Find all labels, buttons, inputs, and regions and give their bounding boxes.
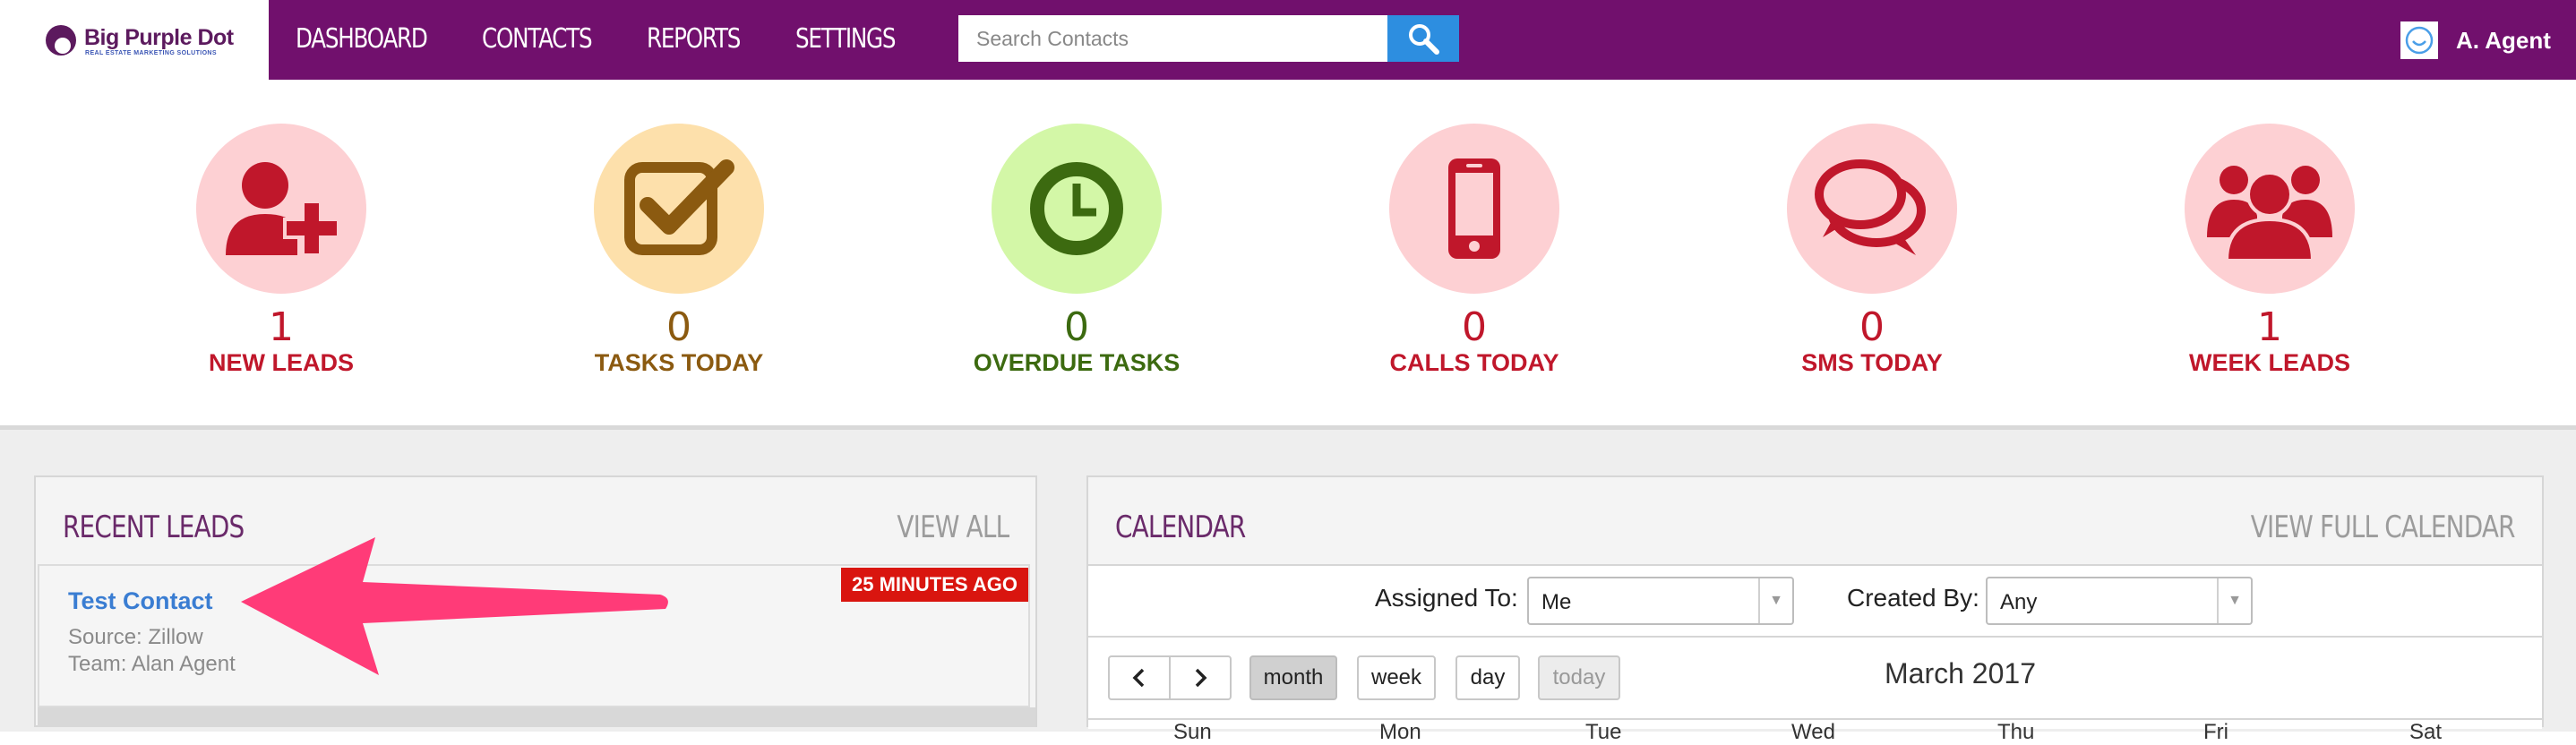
user-name[interactable]: A. Agent bbox=[2456, 27, 2551, 55]
calendar-title: CALENDAR bbox=[1115, 510, 1246, 545]
stat-label: CALLS TODAY bbox=[1389, 349, 1559, 376]
calendar-filter-row: Assigned To: Me ▼ Created By: Any ▼ bbox=[1088, 564, 2542, 638]
lead-source: Source: Zillow bbox=[68, 625, 203, 649]
nav-settings[interactable]: SETTINGS bbox=[795, 23, 897, 55]
view-full-calendar-link[interactable]: VIEW FULL CALENDAR bbox=[2251, 510, 2516, 545]
mobile-phone-icon bbox=[1448, 158, 1500, 259]
brand-logo[interactable]: Big Purple Dot REAL ESTATE MARKETING SOL… bbox=[0, 0, 269, 80]
nav-contacts[interactable]: CONTACTS bbox=[482, 23, 593, 55]
stat-tasks-today[interactable]: 0 TASKS TODAY bbox=[545, 124, 813, 377]
stat-sms-today[interactable]: 0 SMS TODAY bbox=[1738, 124, 2006, 377]
calendar-next-button[interactable] bbox=[1169, 655, 1232, 700]
purple-dot-logo-icon bbox=[46, 25, 76, 56]
stat-icon-circle bbox=[992, 124, 1162, 294]
weekday-label: Mon bbox=[1379, 720, 1421, 744]
stat-label: WEEK LEADS bbox=[2188, 349, 2350, 376]
add-user-icon bbox=[226, 162, 340, 257]
search-icon bbox=[1409, 24, 1439, 55]
stat-new-leads[interactable]: 1 NEW LEADS bbox=[147, 124, 416, 377]
lead-team: Team: Alan Agent bbox=[68, 652, 236, 676]
weekday-label: Tue bbox=[1585, 720, 1622, 744]
stat-icon-circle bbox=[594, 124, 764, 294]
assigned-to-label: Assigned To: bbox=[1375, 584, 1518, 612]
calendar-month-title: March 2017 bbox=[1885, 657, 2036, 689]
weekday-label: Fri bbox=[2203, 720, 2228, 744]
created-by-value: Any bbox=[2000, 590, 2038, 614]
stat-icon-circle bbox=[2185, 124, 2355, 294]
stat-count: 0 bbox=[1462, 304, 1487, 350]
stat-count: 0 bbox=[666, 304, 691, 350]
stat-week-leads[interactable]: 1 WEEK LEADS bbox=[2135, 124, 2404, 377]
calendar-toolbar: month week day today bbox=[1088, 636, 2542, 729]
lead-time-badge: 25 MINUTES AGO bbox=[841, 568, 1028, 602]
annotation-arrow-icon bbox=[241, 537, 668, 675]
calendar-month-view-button[interactable]: month bbox=[1249, 655, 1337, 700]
calendar-today-button[interactable]: today bbox=[1538, 655, 1620, 700]
chevron-right-icon bbox=[1195, 668, 1207, 688]
created-by-label: Created By: bbox=[1847, 584, 1979, 612]
created-by-select[interactable]: Any ▼ bbox=[1986, 577, 2253, 625]
recent-leads-title: RECENT LEADS bbox=[63, 510, 245, 545]
calendar-day-view-button[interactable]: day bbox=[1455, 655, 1520, 700]
clock-icon bbox=[1030, 162, 1123, 255]
stat-count: 0 bbox=[1064, 304, 1089, 350]
weekday-label: Sat bbox=[2409, 720, 2443, 744]
dropdown-arrow-icon: ▼ bbox=[1758, 578, 1792, 623]
stat-calls-today[interactable]: 0 CALLS TODAY bbox=[1340, 124, 1609, 377]
stat-label: TASKS TODAY bbox=[594, 349, 764, 376]
calendar-weekday-header: Sun Mon Tue Wed Thu Fri Sat bbox=[1088, 718, 2542, 744]
stat-overdue-tasks[interactable]: 0 OVERDUE TASKS bbox=[942, 124, 1211, 377]
view-all-link[interactable]: VIEW ALL bbox=[897, 510, 1009, 545]
top-navigation-bar: Big Purple Dot REAL ESTATE MARKETING SOL… bbox=[0, 0, 2576, 80]
stat-icon-circle bbox=[1787, 124, 1957, 294]
nav-dashboard[interactable]: DASHBOARD bbox=[296, 23, 428, 55]
assigned-to-value: Me bbox=[1541, 590, 1572, 614]
stat-count: 0 bbox=[1859, 304, 1885, 350]
stat-label: SMS TODAY bbox=[1801, 349, 1943, 376]
lead-name-link[interactable]: Test Contact bbox=[68, 587, 213, 615]
calendar-prev-button[interactable] bbox=[1108, 655, 1171, 700]
search-button[interactable] bbox=[1387, 15, 1459, 62]
brand-name: Big Purple Dot bbox=[84, 25, 234, 50]
chevron-left-icon bbox=[1132, 668, 1145, 688]
nav-reports[interactable]: REPORTS bbox=[647, 23, 741, 55]
weekday-label: Sun bbox=[1173, 720, 1212, 744]
stat-label: NEW LEADS bbox=[209, 349, 354, 376]
stat-count: 1 bbox=[269, 304, 294, 350]
calendar-week-view-button[interactable]: week bbox=[1357, 655, 1436, 700]
avatar-icon bbox=[2405, 26, 2434, 55]
stat-icon-circle bbox=[196, 124, 366, 294]
stat-icon-circle bbox=[1389, 124, 1559, 294]
user-avatar[interactable] bbox=[2400, 21, 2438, 59]
stat-label: OVERDUE TASKS bbox=[973, 349, 1181, 376]
group-icon bbox=[2207, 166, 2332, 262]
stat-count: 1 bbox=[2257, 304, 2282, 350]
assigned-to-select[interactable]: Me ▼ bbox=[1527, 577, 1794, 625]
checkbox-icon bbox=[624, 159, 734, 255]
weekday-label: Wed bbox=[1791, 720, 1835, 744]
lead-list-scroll-edge bbox=[38, 707, 1035, 727]
chat-bubbles-icon bbox=[1815, 159, 1926, 255]
search-input[interactable] bbox=[958, 15, 1387, 62]
brand-tagline: REAL ESTATE MARKETING SOLUTIONS bbox=[85, 50, 217, 56]
dropdown-arrow-icon: ▼ bbox=[2217, 578, 2251, 623]
weekday-label: Thu bbox=[1997, 720, 2035, 744]
